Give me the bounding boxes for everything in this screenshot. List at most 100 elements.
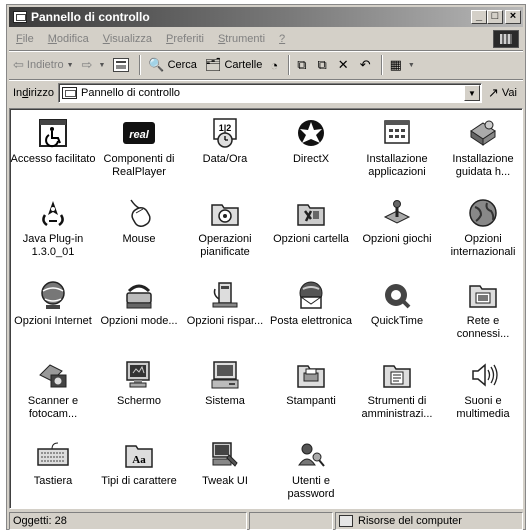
menu-preferiti[interactable]: Preferiti: [159, 33, 211, 45]
globe-icon: [466, 197, 500, 229]
control-panel-item[interactable]: Stampanti: [268, 359, 354, 408]
up-folder-button[interactable]: [109, 54, 136, 76]
maximize-button[interactable]: □: [487, 10, 503, 24]
go-label: Vai: [501, 87, 517, 99]
views-icon: ▦: [389, 57, 402, 72]
control-panel-item[interactable]: Installazione applicazioni: [354, 117, 440, 179]
fonts-icon: Aa: [122, 439, 156, 471]
item-label: Opzioni cartella: [273, 233, 349, 245]
search-label: Cerca: [167, 59, 197, 71]
control-panel-item[interactable]: Suoni e multimedia: [440, 359, 522, 421]
control-panel-item[interactable]: Opzioni Internet: [10, 279, 96, 328]
system-icon: [208, 359, 242, 391]
item-label: Posta elettronica: [270, 315, 352, 327]
folders-label: Cartelle: [224, 59, 263, 71]
address-value: Pannello di controllo: [80, 87, 181, 99]
forward-dropdown-icon[interactable]: ▼: [98, 62, 105, 69]
realplayer-icon: real: [122, 117, 156, 149]
views-dropdown-icon[interactable]: ▼: [408, 62, 415, 69]
copy-to-button[interactable]: ⧉: [314, 54, 334, 76]
control-panel-item[interactable]: Opzioni giochi: [354, 197, 440, 246]
item-label: Schermo: [116, 395, 162, 407]
control-panel-item[interactable]: Accesso facilitato: [10, 117, 96, 166]
control-panel-item[interactable]: 1|2 Data/Ora: [182, 117, 268, 166]
users-icon: [294, 439, 328, 471]
go-button[interactable]: ↗ Vai: [482, 85, 523, 101]
menu-visualizza[interactable]: Visualizza: [96, 33, 159, 45]
menu-file[interactable]: File: [9, 33, 41, 45]
search-icon: 🔍: [148, 57, 165, 72]
caption-buttons: _ □ ×: [471, 10, 521, 24]
control-panel-item[interactable]: Installazione guidata h...: [440, 117, 522, 179]
menu-modifica[interactable]: Modifica: [41, 33, 96, 45]
views-button[interactable]: ▦ ▼: [386, 54, 419, 76]
undo-icon: ↶: [359, 57, 371, 72]
control-panel-item[interactable]: Operazioni pianificate: [182, 197, 268, 259]
toolbar-separator: [288, 55, 291, 75]
control-panel-item[interactable]: Opzioni rispar...: [182, 279, 268, 328]
control-panel-icon[interactable]: [13, 11, 27, 23]
delete-icon: ✕: [337, 57, 349, 72]
history-button[interactable]: ◔: [266, 54, 285, 76]
folders-button[interactable]: 🗂 Cartelle: [201, 54, 266, 76]
menu-help[interactable]: ?: [272, 33, 292, 45]
mail-icon: [294, 279, 328, 311]
address-dropdown-icon[interactable]: ▼: [464, 85, 480, 101]
folder-options-icon: [294, 197, 328, 229]
power-options-icon: [208, 279, 242, 311]
title-bar[interactable]: Pannello di controllo _ □ ×: [9, 7, 523, 27]
display-icon: [122, 359, 156, 391]
joystick-icon: [380, 197, 414, 229]
item-label: Utenti e password: [287, 475, 335, 500]
item-label: Installazione applicazioni: [366, 153, 428, 178]
item-label: Opzioni internazionali: [450, 233, 516, 258]
control-panel-item[interactable]: Tastiera: [10, 439, 96, 488]
back-button[interactable]: ⇦ Indietro ▼: [9, 54, 78, 76]
search-button[interactable]: 🔍 Cerca: [144, 54, 201, 76]
control-panel-item[interactable]: Rete e connessi...: [440, 279, 522, 341]
control-panel-item[interactable]: Strumenti di amministrazi...: [354, 359, 440, 421]
printers-icon: [294, 359, 328, 391]
toolbar-separator: [380, 55, 383, 75]
control-panel-item[interactable]: Opzioni cartella: [268, 197, 354, 246]
control-panel-item[interactable]: Tweak UI: [182, 439, 268, 488]
scanner-camera-icon: [36, 359, 70, 391]
control-panel-item[interactable]: Opzioni internazionali: [440, 197, 522, 259]
address-input[interactable]: Pannello di controllo ▼: [57, 83, 482, 103]
svg-text:Aa: Aa: [132, 454, 146, 466]
control-panel-item[interactable]: Aa Tipi di carattere: [96, 439, 182, 488]
control-panel-item[interactable]: Opzioni mode...: [96, 279, 182, 328]
minimize-button[interactable]: _: [471, 10, 487, 24]
item-label: Tipi di carattere: [101, 475, 177, 487]
control-panel-item[interactable]: DirectX: [268, 117, 354, 166]
undo-button[interactable]: ↶: [356, 54, 378, 76]
toolbar-separator: [139, 55, 142, 75]
back-arrow-icon: ⇦: [13, 57, 24, 72]
menu-modifica-label: odifica: [56, 33, 89, 45]
back-dropdown-icon[interactable]: ▼: [67, 62, 74, 69]
control-panel-item[interactable]: Mouse: [96, 197, 182, 246]
menu-strumenti[interactable]: Strumenti: [211, 33, 272, 45]
calendar-clock-icon: 1|2: [208, 117, 242, 149]
history-icon: ◔: [270, 57, 279, 73]
status-zone: Risorse del computer: [358, 515, 462, 527]
item-label: Mouse: [122, 233, 156, 245]
move-to-button[interactable]: ⧉: [293, 54, 313, 76]
control-panel-item[interactable]: QuickTime: [354, 279, 440, 328]
control-panel-window: Pannello di controllo _ □ × File Modific…: [6, 4, 526, 530]
mouse-icon: [122, 197, 156, 229]
control-panel-item[interactable]: Schermo: [96, 359, 182, 408]
control-panel-item[interactable]: Utenti e password: [268, 439, 354, 501]
control-panel-item[interactable]: Java Plug-in 1.3.0_01: [10, 197, 96, 259]
keyboard-icon: [36, 439, 70, 471]
forward-arrow-icon: ⇨: [81, 57, 93, 72]
directx-icon: [294, 117, 328, 149]
close-button[interactable]: ×: [505, 10, 521, 24]
control-panel-item[interactable]: Scanner e fotocam...: [10, 359, 96, 421]
forward-button[interactable]: ⇨ ▼: [78, 54, 110, 76]
delete-button[interactable]: ✕: [334, 54, 356, 76]
copy-to-icon: ⧉: [317, 57, 327, 72]
control-panel-item[interactable]: Sistema: [182, 359, 268, 408]
control-panel-item[interactable]: Posta elettronica: [268, 279, 354, 328]
control-panel-item[interactable]: real Componenti di RealPlayer: [96, 117, 182, 179]
